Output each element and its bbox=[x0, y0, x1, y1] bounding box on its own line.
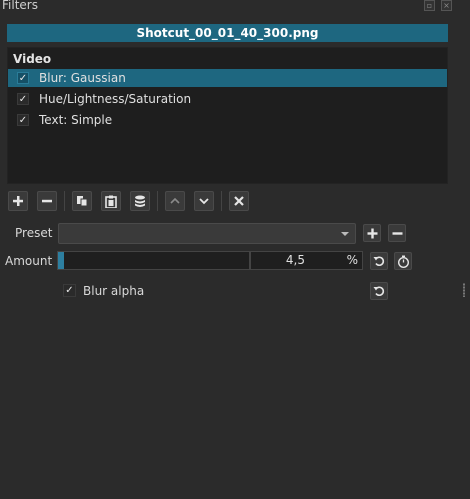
filter-list-header-video: Video bbox=[13, 52, 52, 66]
amount-slider-fill bbox=[58, 252, 64, 269]
paste-icon bbox=[105, 195, 117, 208]
filter-list[interactable]: Video ✓ Blur: Gaussian ✓ Hue/Lightness/S… bbox=[7, 47, 448, 184]
panel-titlebar: Filters ▫ × bbox=[0, 0, 470, 14]
delete-preset-button[interactable] bbox=[388, 224, 406, 242]
dock-resize-handle[interactable] bbox=[463, 283, 465, 297]
save-preset-button[interactable] bbox=[363, 224, 381, 242]
panel-title: Filters bbox=[2, 0, 38, 12]
move-filter-up-button[interactable] bbox=[165, 191, 185, 211]
add-filter-button[interactable] bbox=[8, 191, 28, 211]
filter-item-label: Hue/Lightness/Saturation bbox=[39, 92, 192, 106]
copy-icon bbox=[77, 196, 88, 207]
remove-filter-button[interactable] bbox=[37, 191, 57, 211]
filter-item-blur-gaussian[interactable]: ✓ Blur: Gaussian bbox=[8, 69, 447, 87]
filter-item-text-simple[interactable]: ✓ Text: Simple bbox=[8, 111, 447, 129]
move-filter-down-button[interactable] bbox=[194, 191, 214, 211]
filter-item-label: Blur: Gaussian bbox=[39, 71, 126, 85]
toolbar-separator bbox=[64, 191, 65, 211]
amount-label: Amount bbox=[5, 254, 53, 268]
amount-spinbox[interactable]: 4,5 % bbox=[250, 251, 363, 270]
amount-slider[interactable] bbox=[57, 251, 250, 270]
undo-icon bbox=[373, 256, 385, 266]
filter-item-hue-lightness-saturation[interactable]: ✓ Hue/Lightness/Saturation bbox=[8, 90, 447, 108]
amount-keyframes-button[interactable] bbox=[394, 252, 412, 270]
blur-alpha-reset-button[interactable] bbox=[370, 282, 388, 300]
preset-label: Preset bbox=[15, 226, 53, 240]
add-icon bbox=[13, 196, 23, 206]
toolbar-separator bbox=[157, 191, 158, 211]
save-filter-set-button[interactable] bbox=[130, 191, 150, 211]
chevron-down-icon bbox=[341, 232, 349, 236]
deselect-filter-button[interactable] bbox=[229, 191, 249, 211]
stopwatch-icon bbox=[397, 255, 409, 268]
amount-reset-button[interactable] bbox=[370, 252, 388, 270]
remove-icon bbox=[392, 231, 402, 235]
save-preset-icon bbox=[135, 195, 145, 207]
close-panel-icon[interactable]: × bbox=[441, 0, 452, 11]
filter-item-label: Text: Simple bbox=[39, 113, 113, 127]
float-panel-icon[interactable]: ▫ bbox=[424, 0, 435, 11]
undo-icon bbox=[373, 286, 385, 296]
filter-enable-checkbox[interactable]: ✓ bbox=[17, 114, 29, 126]
filter-enable-checkbox[interactable]: ✓ bbox=[17, 72, 29, 84]
filter-enable-checkbox[interactable]: ✓ bbox=[17, 93, 29, 105]
move-down-icon bbox=[199, 198, 209, 205]
toolbar-separator bbox=[221, 191, 222, 211]
deselect-icon bbox=[234, 196, 244, 206]
remove-icon bbox=[42, 199, 52, 203]
add-icon bbox=[367, 228, 377, 238]
blur-alpha-checkbox[interactable]: ✓ bbox=[63, 284, 76, 297]
move-up-icon bbox=[170, 197, 180, 204]
blur-alpha-label: Blur alpha bbox=[83, 284, 145, 298]
current-clip-name: Shotcut_00_01_40_300.png bbox=[7, 24, 448, 42]
amount-value: 4,5 bbox=[285, 253, 305, 267]
preset-combobox[interactable] bbox=[58, 223, 356, 244]
copy-filters-button[interactable] bbox=[72, 191, 92, 211]
amount-unit: % bbox=[346, 253, 358, 267]
paste-filters-button[interactable] bbox=[101, 191, 121, 211]
